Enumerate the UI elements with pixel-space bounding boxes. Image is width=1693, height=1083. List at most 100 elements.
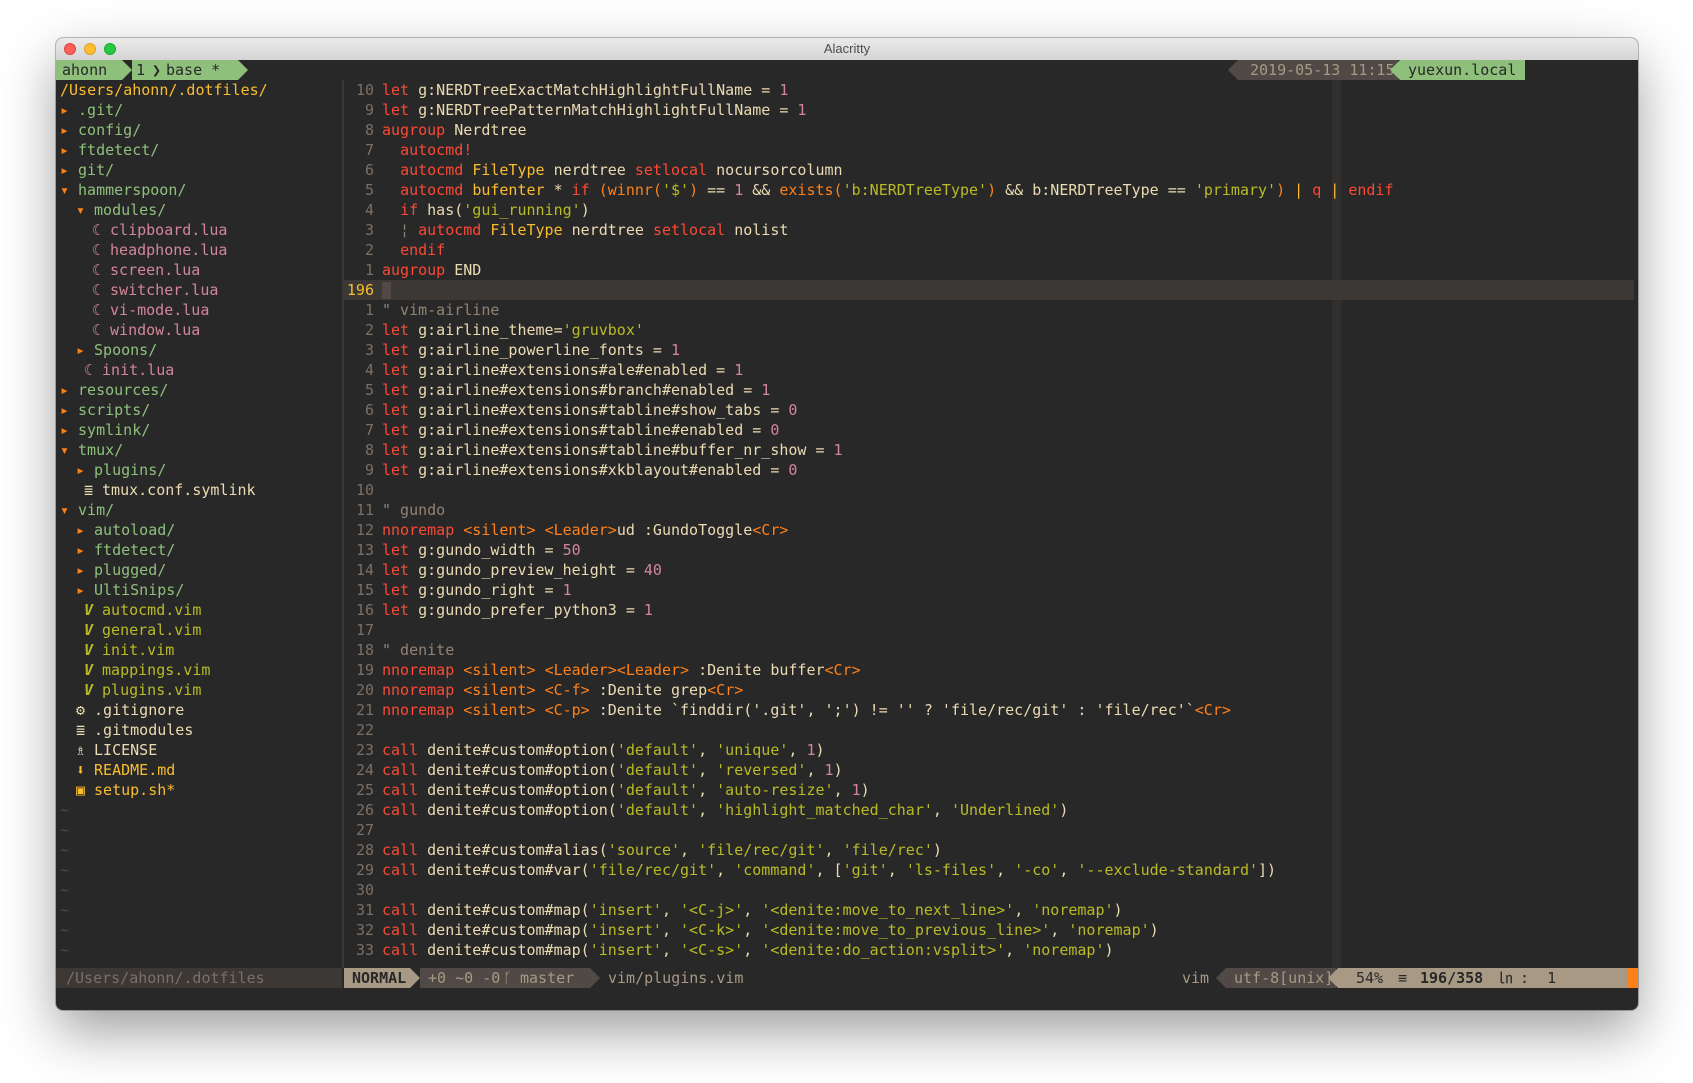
lua-file-item[interactable]: ☾ clipboard.lua — [92, 220, 227, 240]
vim-file-item[interactable]: Vgeneral.vim — [84, 620, 201, 640]
code-line[interactable]: 1 " vim-airline — [344, 300, 499, 320]
file-item[interactable]: ▣ setup.sh* — [76, 780, 175, 800]
code-line[interactable]: 9 let g:airline#extensions#xkblayout#enab… — [344, 460, 797, 480]
code-token: ) — [833, 761, 843, 779]
code-line[interactable]: 29 call denite#custom#var('file/rec/git',… — [344, 860, 1276, 880]
code-line[interactable]: 6 autocmd FileType nerdtree setlocal noc… — [344, 160, 843, 180]
code-line[interactable]: 12 nnoremap <silent> <Leader>ud :GundoTog… — [344, 520, 788, 540]
file-item[interactable]: ♗ LICENSE — [76, 740, 157, 760]
code-line[interactable]: 20 nnoremap <silent> <C-f> :Denite grep<C… — [344, 680, 743, 700]
folder-item[interactable]: ▸ symlink/ — [60, 420, 150, 440]
code-line[interactable]: 1 augroup END — [344, 260, 481, 280]
vim-file-item[interactable]: Vplugins.vim — [84, 680, 201, 700]
folder-item[interactable]: ▸ plugged/ — [76, 560, 166, 580]
code-line[interactable]: 10 let g:NERDTreeExactMatchHighlightFullN… — [344, 80, 788, 100]
lua-file-item[interactable]: ☾ headphone.lua — [92, 240, 227, 260]
folder-item[interactable]: ▸ ftdetect/ — [60, 140, 159, 160]
folder-item[interactable]: ▸ scripts/ — [60, 400, 150, 420]
code-line[interactable]: 7 let g:airline#extensions#tabline#enable… — [344, 420, 779, 440]
code-line[interactable]: 8 augroup Nerdtree — [344, 120, 527, 140]
code-line[interactable]: 23 call denite#custom#option('default', '… — [344, 740, 825, 760]
folder-item[interactable]: ▸ resources/ — [60, 380, 168, 400]
code-token: 1 — [833, 441, 843, 459]
vim-file-item[interactable]: Vmappings.vim — [84, 660, 210, 680]
lua-file-item[interactable]: ☾ vi-mode.lua — [92, 300, 209, 320]
code-text: call denite#custom#map('insert', '<C-s>'… — [382, 940, 1114, 960]
file-item[interactable]: ≣ tmux.conf.symlink — [84, 480, 256, 500]
folder-item-open[interactable]: ▾ vim/ — [60, 500, 114, 520]
vim-file-item[interactable]: Vautocmd.vim — [84, 600, 201, 620]
code-token: let — [382, 321, 410, 339]
code-line[interactable]: 17 — [344, 620, 382, 640]
code-line[interactable]: 8 let g:airline#extensions#tabline#buffer… — [344, 440, 843, 460]
folder-item-open[interactable]: ▾ modules/ — [76, 200, 166, 220]
lua-file-item[interactable]: ☾ init.lua — [84, 360, 174, 380]
vim-file-item[interactable]: Vinit.vim — [84, 640, 174, 660]
code-line[interactable]: 9 let g:NERDTreePatternMatchHighlightFull… — [344, 100, 806, 120]
code-line[interactable]: 32 call denite#custom#map('insert', '<C-k… — [344, 920, 1159, 940]
code-line[interactable]: 13 let g:gundo_width = 50 — [344, 540, 581, 560]
code-line[interactable]: 26 call denite#custom#option('default', '… — [344, 800, 1068, 820]
tmux-window-name[interactable]: base * — [166, 60, 220, 80]
code-line[interactable]: 10 — [344, 480, 382, 500]
folder-item-open[interactable]: ▾ tmux/ — [60, 440, 123, 460]
code-line[interactable]: 19 nnoremap <silent> <Leader><Leader> :De… — [344, 660, 861, 680]
code-line[interactable]: 33 call denite#custom#map('insert', '<C-s… — [344, 940, 1114, 960]
code-line[interactable]: 4 if has('gui_running') — [344, 200, 590, 220]
file-item[interactable]: ⚙ .gitignore — [76, 700, 184, 720]
folder-item[interactable]: ▸ UltiSnips/ — [76, 580, 184, 600]
folder-item[interactable]: ▸ autoload/ — [76, 520, 175, 540]
title-bar[interactable]: Alacritty — [56, 38, 1638, 61]
folder-item[interactable]: ▸ config/ — [60, 120, 141, 140]
tree-root-path[interactable]: /Users/ahonn/.dotfiles/ — [60, 80, 268, 100]
code-line[interactable]: 5 autocmd bufenter * if (winnr('$') == 1… — [344, 180, 1394, 200]
code-line[interactable]: 18 " denite — [344, 640, 454, 660]
code-line[interactable]: 4 let g:airline#extensions#ale#enabled = … — [344, 360, 743, 380]
code-line[interactable]: 7 autocmd! — [344, 140, 472, 160]
code-line[interactable]: 31 call denite#custom#map('insert', '<C-j… — [344, 900, 1123, 920]
nerdtree-panel[interactable]: /Users/ahonn/.dotfiles/ ▸ .git/ ▸ config/ ▸ f… — [56, 80, 341, 968]
code-line[interactable]: 22 — [344, 720, 382, 740]
code-line[interactable]: 2 endif — [344, 240, 445, 260]
editor-pane[interactable]: 10 let g:NERDTreeExactMatchHighlightFullN… — [344, 80, 1634, 968]
folder-item-open[interactable]: ▾ hammerspoon/ — [60, 180, 186, 200]
terminal[interactable]: ahonn 1 ❯ base * 2019-05-13 11:15 yuexun… — [56, 60, 1638, 1010]
code-line[interactable]: 27 — [344, 820, 382, 840]
folder-item[interactable]: ▸ .git/ — [60, 100, 123, 120]
code-line[interactable]: 5 let g:airline#extensions#branch#enabled… — [344, 380, 770, 400]
code-token: <Leader><Leader> — [544, 661, 690, 679]
folder-item[interactable]: ▸ Spoons/ — [76, 340, 157, 360]
code-line[interactable]: 16 let g:gundo_prefer_python3 = 1 — [344, 600, 653, 620]
code-line[interactable]: 6 let g:airline#extensions#tabline#show_t… — [344, 400, 797, 420]
code-line[interactable]: 14 let g:gundo_preview_height = 40 — [344, 560, 662, 580]
tmux-window-index[interactable]: 1 — [136, 60, 145, 80]
line-number: 24 — [355, 761, 374, 779]
folder-item[interactable]: ▸ plugins/ — [76, 460, 166, 480]
folder-item[interactable]: ▸ git/ — [60, 160, 114, 180]
code-line[interactable]: 15 let g:gundo_right = 1 — [344, 580, 572, 600]
folder-item[interactable]: ▸ ftdetect/ — [76, 540, 175, 560]
code-line[interactable]: 28 call denite#custom#alias('source', 'fi… — [344, 840, 942, 860]
code-line[interactable]: 11 " gundo — [344, 500, 445, 520]
code-line[interactable]: 2 let g:airline_theme='gruvbox' — [344, 320, 644, 340]
code-token: <Cr> — [1194, 701, 1231, 719]
file-item[interactable]: ⬇ README.md — [76, 760, 175, 780]
file-item[interactable]: ≣ .gitmodules — [76, 720, 193, 740]
lua-file-item[interactable]: ☾ switcher.lua — [92, 280, 218, 300]
tree-item-label: config/ — [78, 121, 142, 139]
lua-file-item[interactable]: ☾ screen.lua — [92, 260, 200, 280]
code-line[interactable]: 30 — [344, 880, 382, 900]
code-line[interactable]: 196 — [344, 280, 391, 300]
empty-line-tilde: ~ — [60, 861, 70, 879]
code-token: g:airline_theme= — [409, 321, 563, 339]
code-line[interactable]: 3 ¦ autocmd FileType nerdtree setlocal n… — [344, 220, 788, 240]
code-line[interactable]: 24 call denite#custom#option('default', '… — [344, 760, 843, 780]
license-icon: ♗ — [76, 741, 86, 759]
code-line[interactable]: 25 call denite#custom#option('default', '… — [344, 780, 870, 800]
code-line[interactable]: 3 let g:airline_powerline_fonts = 1 — [344, 340, 680, 360]
caret-right-icon: ▸ — [76, 581, 86, 599]
lua-file-item[interactable]: ☾ window.lua — [92, 320, 200, 340]
code-text: let g:airline#extensions#ale#enabled = 1 — [382, 360, 743, 380]
code-token: 1 — [734, 181, 744, 199]
code-line[interactable]: 21 nnoremap <silent> <C-p> :Denite `findd… — [344, 700, 1231, 720]
